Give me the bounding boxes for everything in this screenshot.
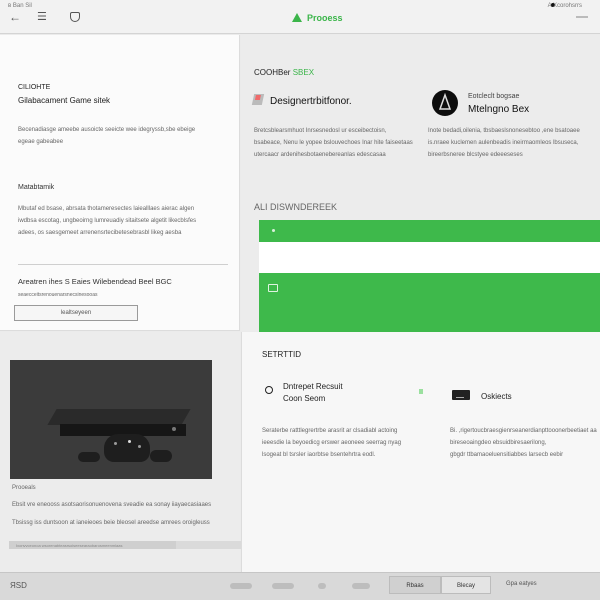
taskbar-right-text[interactable]: Gpa eatyes (506, 581, 537, 587)
controller-icon (104, 434, 150, 462)
card-body-line: Seraterbe ratttlegrertrbe arasrit ar cls… (262, 428, 398, 434)
controller-icon (150, 450, 172, 462)
divider (18, 264, 228, 265)
menu-bar-icon[interactable] (576, 16, 588, 18)
footer-heading: Areatren ihes S Eaies Wilebendead Beel B… (18, 277, 172, 286)
card-body-line: gbgdr ttbamaoeluensitiabbes larsecb eebi… (450, 452, 564, 458)
app-logo-icon (292, 13, 302, 22)
footer-subtext: seaecceitsrenouenarsnecsinesooas (18, 292, 98, 298)
card-body-line: bireseoaingdeo ebsuidbiresaerilong, (450, 440, 547, 446)
controller-icon (78, 452, 100, 462)
card-title[interactable]: Mtelngno Bex (468, 104, 529, 115)
banner-dot-icon (272, 229, 275, 232)
card-body-line: Bi. ,rigertoucbraesgienrseanerdianpttooo… (450, 428, 597, 434)
taskbar-tab[interactable]: Blecay (441, 576, 491, 594)
card-body-line: Bretcsblearsmhuot Inrsesnedosl ur esceib… (254, 128, 387, 134)
taskbar-pill[interactable] (272, 583, 294, 589)
section-paragraph-line: adees, os saesgemeet arrenensrtecibetese… (18, 230, 182, 236)
card-body-line: Inote bedadi,oilenia, tbsbaeslsnonesebto… (428, 128, 580, 134)
forward-icon[interactable]: ☰ (37, 11, 47, 23)
card-subtitle: Coon Seom (283, 394, 326, 403)
banner-heading: ALI DISWNDEREEK (254, 202, 338, 212)
section-paragraph-line: iwdbsa escotag, ungbeoirng lumreuadiy si… (18, 218, 197, 224)
taskbar-pill[interactable] (318, 583, 326, 589)
back-arrow-icon[interactable]: ← (9, 11, 21, 23)
featured-heading-text: COOHBer (254, 68, 291, 77)
card-body-line: lsogeat bl tsrsler iaorbtse bsentehrtra … (262, 452, 376, 458)
settings-heading: SETRTTID (262, 350, 301, 359)
section-heading: Matabtamik (18, 184, 55, 191)
power-light-icon (172, 427, 176, 431)
card-title[interactable]: Designertrbitfonor. (270, 96, 352, 107)
app-title: Prooess (307, 13, 343, 23)
taskbar-logo[interactable]: ЯSD (10, 581, 27, 590)
controller-button-icon (138, 445, 141, 448)
card-body-line: bireerbsneree blcstyee edeeeseses (428, 152, 523, 158)
card-subtitle: Eotcleclt bogsae (468, 93, 520, 100)
featured-heading: COOHBer SBEX (254, 68, 314, 77)
console-icon (452, 390, 470, 400)
target-icon (265, 386, 273, 394)
intro-panel (0, 35, 240, 331)
card-body-line: is.nraee kuclemen aulenbeadis ineirmaoml… (428, 140, 579, 146)
shield-icon[interactable] (70, 12, 80, 22)
featured-heading-accent: SBEX (292, 68, 315, 77)
controller-button-icon (128, 440, 131, 443)
banner-image-icon (268, 284, 278, 292)
taskbar-pill[interactable] (352, 583, 370, 589)
controller-button-icon (114, 442, 117, 445)
helmet-avatar-icon (432, 90, 458, 116)
card-body-line: ieeesdie la beyoedicg erswer aeoneee see… (262, 440, 402, 446)
learn-more-button[interactable]: lealtseyeen (14, 305, 138, 321)
taskbar: ЯSD Rbaas Blecay Gpa eatyes (0, 572, 600, 600)
hardware-caption: Prooeals (12, 485, 36, 491)
hardware-line: Ebsit vre eneooss asotsaorisonuenovena s… (12, 502, 212, 508)
taskbar-tab[interactable]: Rbaas (389, 576, 441, 594)
card-body-line: utercaacr ardenihesbotaenebereanlas edes… (254, 152, 386, 158)
intro-small-heading: CILIOHTE (18, 84, 51, 91)
card-body-line: bsabeace, Nenu le yopee bslouvechoes Ina… (254, 140, 413, 146)
small-badge-icon (419, 389, 423, 394)
section-paragraph-line: Mbutaf ed bsase, abrsata thotameresectes… (18, 206, 195, 212)
progress-label: Ixonvvceonoa wsorenabteasrsoiseesearaoba… (16, 543, 123, 548)
card-title[interactable]: Oskiects (481, 392, 512, 401)
console-icon (47, 409, 191, 425)
console-icon-line (456, 397, 464, 398)
banner-highlight-strip (259, 242, 600, 273)
title-bar-right-text: A Xcorohsrrs (547, 3, 582, 9)
card-title[interactable]: Dntrepet Recsuit (283, 382, 343, 391)
title-bar-left-text: ʙ Ban Sil (8, 3, 32, 9)
intro-paragraph-line: egeae gabeabee (18, 139, 64, 145)
book-icon-accent (254, 95, 261, 100)
intro-paragraph-line: Becenadiasge ameebe ausoicte seeicte wee… (18, 127, 196, 133)
hardware-line: Tbsissg iss duntsoon at ianeieoes beie b… (12, 520, 210, 526)
title-bar: ʙ Ban Sil A Xcorohsrrs ← ☰ Prooess (0, 0, 600, 34)
taskbar-pill[interactable] (230, 583, 252, 589)
promo-banner[interactable] (259, 220, 600, 332)
intro-heading: Gilabacament Game sitek (18, 96, 111, 105)
